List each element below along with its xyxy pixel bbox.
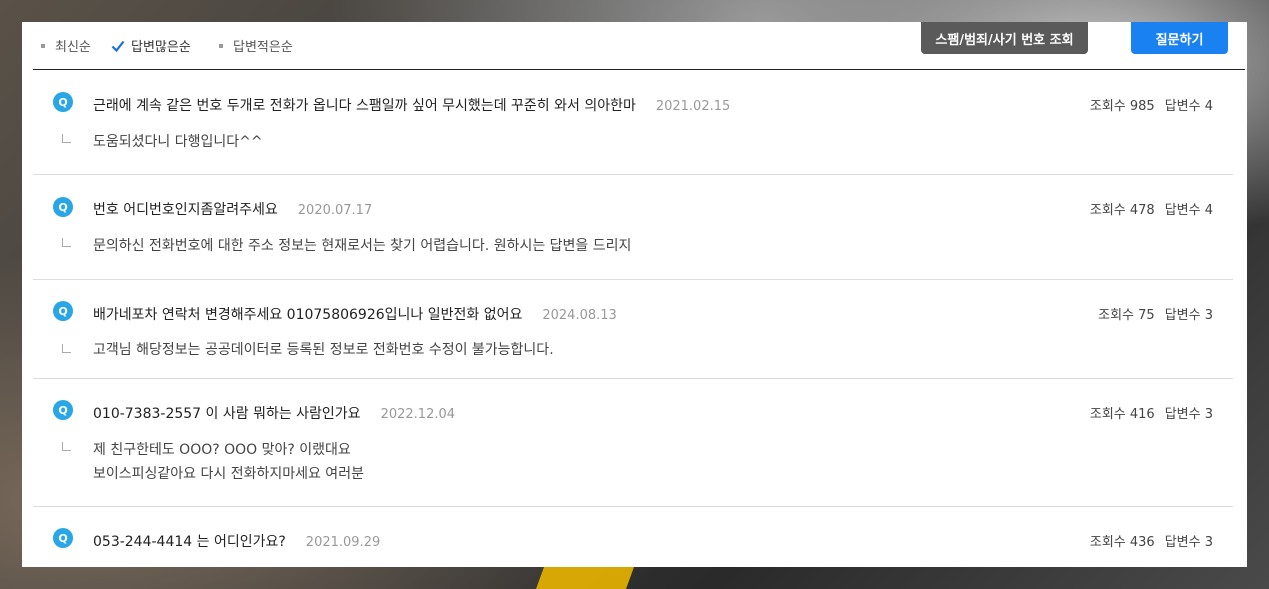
question-text: 번호 어디번호인지좀알려주세요: [93, 202, 278, 218]
question-date: 2020.07.17: [297, 203, 373, 218]
list-item[interactable]: Q 배가네포차 연락처 변경해주세요 01075806926입니나 일반전화 없…: [33, 280, 1233, 379]
view-count: 조회수 436: [1089, 535, 1155, 550]
question-title[interactable]: 배가네포차 연락처 변경해주세요 01075806926입니나 일반전화 없어요…: [93, 304, 617, 324]
reply-icon: [62, 238, 71, 247]
question-stats: 조회수 985 답변수 4: [1090, 95, 1213, 114]
answer-count: 답변수 3: [1164, 535, 1213, 550]
view-count: 조회수 985: [1089, 99, 1155, 114]
answer-preview: 도움되셨다니 다행입니다^^: [93, 130, 263, 154]
answer-preview: 제 친구한테도 OOO? OOO 맞아? 이랬대요 보이스피싱같아요 다시 전화…: [93, 438, 364, 486]
reply-icon: [62, 134, 71, 143]
question-title[interactable]: 번호 어디번호인지좀알려주세요 2020.07.17: [93, 199, 372, 219]
sort-label: 답변적은순: [233, 40, 293, 55]
answer-line: 보이스피싱같아요 다시 전화하지마세요 여러분: [93, 466, 364, 482]
sort-option-fewest-answers[interactable]: 답변적은순: [219, 36, 293, 55]
reply-icon: [62, 442, 71, 451]
question-text: 배가네포차 연락처 변경해주세요 01075806926입니나 일반전화 없어요: [93, 307, 523, 323]
sort-option-most-answers[interactable]: 답변많은순: [111, 36, 191, 55]
bullet-icon: [41, 43, 45, 48]
spam-lookup-button[interactable]: 스팸/범죄/사기 번호 조회: [921, 22, 1088, 54]
sort-option-latest[interactable]: 최신순: [41, 36, 91, 55]
view-count: 조회수 416: [1089, 407, 1155, 422]
question-stats: 조회수 75 답변수 3: [1098, 304, 1213, 323]
question-icon: Q: [53, 528, 73, 548]
list-item[interactable]: Q 번호 어디번호인지좀알려주세요 2020.07.17 조회수 478 답변수 4…: [33, 175, 1233, 280]
question-text: 010-7383-2557 이 사람 뭐하는 사람인가요: [93, 406, 361, 422]
answer-line: 도움되셨다니 다행입니다^^: [93, 134, 263, 150]
answer-preview: 고객님 해당정보는 공공데이터로 등록된 정보로 전화번호 수정이 불가능합니다…: [93, 338, 554, 362]
answer-count: 답변수 3: [1164, 308, 1213, 323]
question-icon: Q: [53, 92, 73, 112]
list-item[interactable]: Q 010-7383-2557 이 사람 뭐하는 사람인가요 2022.12.04…: [33, 379, 1233, 507]
question-stats: 조회수 416 답변수 3: [1090, 403, 1213, 422]
question-icon: Q: [53, 197, 73, 217]
answer-count: 답변수 3: [1164, 407, 1213, 422]
list-item[interactable]: Q 053-244-4414 는 어디인가요? 2021.09.29 조회수 43…: [33, 507, 1233, 567]
bullet-icon: [219, 43, 223, 48]
answer-line: 문의하신 전화번호에 대한 주소 정보는 현재로서는 찾기 어렵습니다. 원하시…: [93, 238, 632, 254]
question-icon: Q: [53, 301, 73, 321]
answer-line: 고객님 해당정보는 공공데이터로 등록된 정보로 전화번호 수정이 불가능합니다…: [93, 342, 554, 358]
question-date: 2022.12.04: [380, 407, 456, 422]
question-date: 2021.09.29: [305, 535, 381, 550]
view-count: 조회수 478: [1089, 203, 1155, 218]
reply-icon: [62, 344, 71, 353]
check-icon: [111, 40, 125, 52]
question-title[interactable]: 053-244-4414 는 어디인가요? 2021.09.29: [93, 531, 380, 551]
question-text: 근래에 계속 같은 번호 두개로 전화가 옵니다 스팸일까 싶어 무시했는데 꾸…: [93, 98, 636, 114]
question-list: Q 근래에 계속 같은 번호 두개로 전화가 옵니다 스팸일까 싶어 무시했는데…: [33, 70, 1233, 567]
view-count: 조회수 75: [1098, 308, 1155, 323]
question-date: 2021.02.15: [655, 99, 731, 114]
background-stripe: [535, 567, 635, 589]
question-title[interactable]: 근래에 계속 같은 번호 두개로 전화가 옵니다 스팸일까 싶어 무시했는데 꾸…: [93, 95, 730, 115]
sort-label: 최신순: [55, 40, 91, 55]
answer-preview: 문의하신 전화번호에 대한 주소 정보는 현재로서는 찾기 어렵습니다. 원하시…: [93, 234, 631, 258]
question-text: 053-244-4414 는 어디인가요?: [93, 534, 286, 550]
sort-label: 답변많은순: [131, 40, 191, 55]
question-stats: 조회수 436 답변수 3: [1090, 531, 1213, 550]
ask-question-button[interactable]: 질문하기: [1131, 22, 1228, 54]
answer-line: 제 친구한테도 OOO? OOO 맞아? 이랬대요: [93, 442, 351, 458]
sort-bar: 최신순 답변많은순 답변적은순 스팸/범죄/사기 번호 조회 질문하기: [33, 22, 1245, 70]
question-stats: 조회수 478 답변수 4: [1090, 199, 1213, 218]
question-date: 2024.08.13: [542, 308, 617, 323]
qa-panel: 최신순 답변많은순 답변적은순 스팸/범죄/사기 번호 조회 질문하기 Q 근래…: [22, 22, 1247, 567]
answer-count: 답변수 4: [1164, 203, 1213, 218]
question-title[interactable]: 010-7383-2557 이 사람 뭐하는 사람인가요 2022.12.04: [93, 403, 455, 423]
answer-count: 답변수 4: [1164, 99, 1213, 114]
list-item[interactable]: Q 근래에 계속 같은 번호 두개로 전화가 옵니다 스팸일까 싶어 무시했는데…: [33, 70, 1233, 175]
question-icon: Q: [53, 400, 73, 420]
